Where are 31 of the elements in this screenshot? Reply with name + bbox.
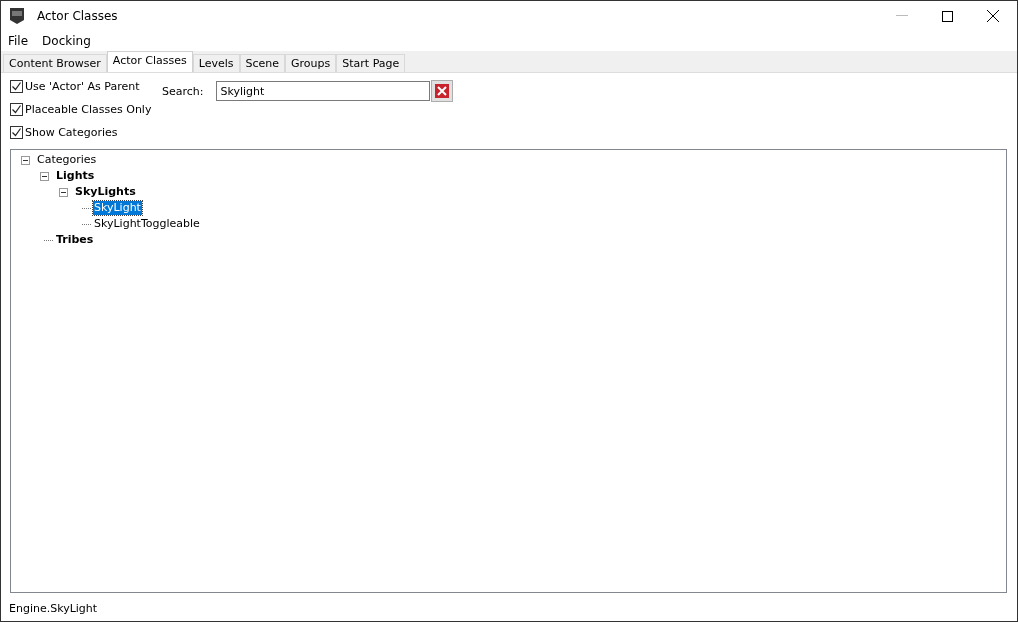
tree-item[interactable]: SkyLightToggleable: [93, 217, 201, 231]
checkbox-label: Placeable Classes Only: [25, 103, 152, 116]
collapse-icon[interactable]: [21, 155, 30, 165]
checkbox-label: Show Categories: [25, 126, 118, 139]
tab[interactable]: Content Browser: [3, 54, 107, 72]
tree-item[interactable]: SkyLight: [93, 201, 142, 215]
close-icon[interactable]: [987, 10, 999, 22]
tab[interactable]: Groups: [285, 54, 337, 72]
collapse-icon[interactable]: [59, 187, 68, 197]
menu-item[interactable]: Docking: [42, 34, 91, 48]
clear-search-button[interactable]: [430, 80, 453, 102]
checkbox[interactable]: [10, 80, 23, 93]
tree-item[interactable]: SkyLights: [74, 185, 137, 199]
app-logo-icon: [9, 7, 25, 25]
tab[interactable]: Levels: [192, 54, 240, 72]
window-title: Actor Classes: [37, 9, 118, 23]
menu-item[interactable]: File: [8, 34, 29, 48]
tree-item[interactable]: Categories: [36, 153, 98, 167]
maximize-icon[interactable]: [942, 10, 953, 22]
search-field[interactable]: Skylight: [215, 81, 430, 101]
tab[interactable]: Actor Classes: [106, 51, 193, 72]
checkbox-label: Use 'Actor' As Parent: [25, 80, 140, 93]
tab[interactable]: Scene: [239, 54, 286, 72]
tree-item[interactable]: Tribes: [55, 233, 95, 247]
collapse-icon[interactable]: [40, 171, 49, 181]
tree-item[interactable]: Lights: [55, 169, 96, 183]
search-label: Search:: [162, 85, 204, 98]
checkbox[interactable]: [10, 103, 23, 116]
status-text: Engine.SkyLight: [9, 602, 99, 615]
checkbox[interactable]: [10, 126, 23, 139]
tab[interactable]: Start Page: [336, 54, 406, 72]
